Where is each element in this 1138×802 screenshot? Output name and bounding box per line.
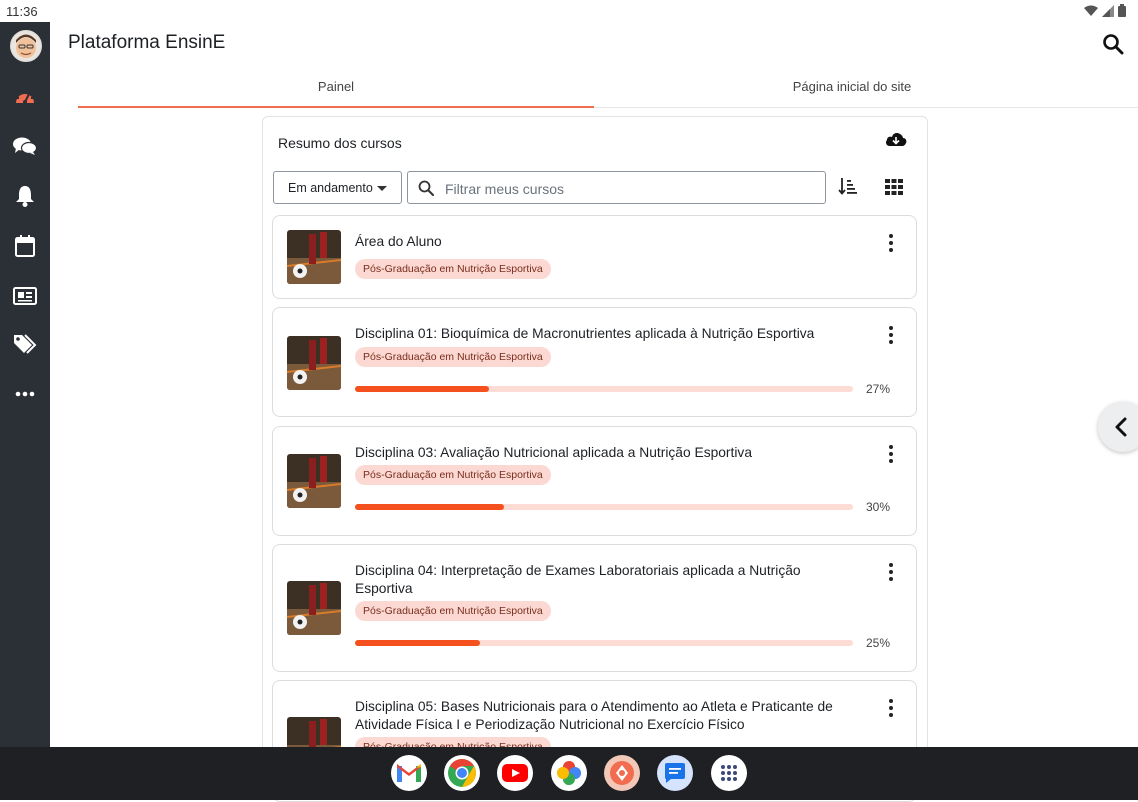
course-progress-bar	[355, 640, 853, 646]
battery-icon	[1118, 4, 1126, 17]
course-progress-label: 30%	[865, 500, 890, 514]
android-taskbar	[0, 747, 1138, 800]
tab-pagina-inicial[interactable]: Página inicial do site	[594, 66, 1110, 106]
search-icon	[1103, 34, 1124, 55]
signal-icon	[1102, 4, 1114, 17]
nav-news[interactable]	[0, 276, 50, 316]
course-card[interactable]: Disciplina 04: Interpretação de Exames L…	[272, 544, 917, 672]
course-menu-button[interactable]	[888, 445, 894, 465]
course-image	[287, 336, 341, 390]
nav-tags[interactable]	[0, 324, 50, 364]
course-title[interactable]: Disciplina 01: Bioquímica de Macronutrie…	[355, 325, 845, 343]
dashboard-icon	[16, 91, 34, 104]
nav-calendar[interactable]	[0, 226, 50, 266]
course-card[interactable]: Disciplina 01: Bioquímica de Macronutrie…	[272, 307, 917, 417]
panel-title: Resumo dos cursos	[278, 135, 402, 151]
course-card[interactable]: Área do Aluno Pós-Graduação em Nutrição …	[272, 215, 917, 299]
app-icon	[610, 761, 634, 785]
ensine-app[interactable]	[604, 755, 640, 791]
nav-more[interactable]	[0, 374, 50, 414]
block-drawer-toggle[interactable]	[1098, 402, 1138, 452]
chrome-icon	[448, 759, 476, 787]
course-menu-button[interactable]	[888, 699, 894, 719]
nav-notifications[interactable]	[0, 176, 50, 216]
search-icon	[418, 180, 434, 196]
youtube-icon	[502, 764, 528, 782]
course-search-field[interactable]	[407, 171, 826, 205]
search-button[interactable]	[1102, 33, 1126, 57]
course-image	[287, 581, 341, 635]
main-tabs: Painel Página inicial do site	[78, 66, 1138, 108]
course-search-input[interactable]	[443, 172, 817, 205]
app-drawer-button[interactable]	[711, 755, 747, 791]
course-menu-button[interactable]	[888, 326, 894, 346]
status-bar: 11:36	[0, 0, 1138, 22]
course-category-badge: Pós-Graduação em Nutrição Esportiva	[355, 601, 551, 621]
news-icon	[13, 287, 37, 305]
app-drawer-icon	[721, 765, 737, 781]
course-title[interactable]: Disciplina 05: Bases Nutricionais para o…	[355, 698, 845, 734]
sort-button[interactable]	[838, 177, 858, 200]
status-time: 11:36	[6, 4, 38, 19]
nav-dashboard[interactable]	[0, 76, 50, 116]
course-category-badge: Pós-Graduação em Nutrição Esportiva	[355, 347, 551, 367]
course-progress-bar	[355, 386, 853, 392]
course-title[interactable]: Disciplina 04: Interpretação de Exames L…	[355, 562, 845, 598]
wifi-icon	[1084, 5, 1098, 16]
more-icon	[15, 391, 35, 397]
left-sidebar	[0, 22, 50, 747]
messages-app[interactable]	[657, 755, 693, 791]
grid-icon	[885, 179, 903, 195]
download-button[interactable]	[885, 131, 907, 152]
course-progress-bar	[355, 504, 853, 510]
gmail-icon	[397, 764, 421, 782]
progress-fill	[355, 386, 490, 392]
photos-icon	[557, 761, 581, 785]
chrome-app[interactable]	[444, 755, 480, 791]
course-title[interactable]: Área do Aluno	[355, 233, 845, 251]
system-icons	[1084, 4, 1126, 17]
user-avatar[interactable]	[10, 30, 42, 62]
cloud-download-icon	[886, 133, 907, 146]
messages-app-icon	[665, 763, 685, 783]
tab-painel[interactable]: Painel	[78, 66, 594, 108]
display-mode-button[interactable]	[885, 179, 903, 200]
gmail-app[interactable]	[391, 755, 427, 791]
photos-app[interactable]	[551, 755, 587, 791]
calendar-icon	[15, 235, 35, 257]
course-category-badge: Pós-Graduação em Nutrição Esportiva	[355, 259, 551, 279]
youtube-app[interactable]	[497, 755, 533, 791]
course-image	[287, 230, 341, 284]
course-menu-button[interactable]	[888, 234, 894, 254]
course-card[interactable]: Disciplina 03: Avaliação Nutricional apl…	[272, 426, 917, 536]
chevron-left-icon	[1115, 417, 1127, 437]
progress-fill	[355, 504, 505, 510]
messages-icon	[13, 137, 37, 155]
status-filter-value: Em andamento	[288, 180, 373, 195]
nav-messages[interactable]	[0, 126, 50, 166]
progress-fill	[355, 640, 480, 646]
caret-down-icon	[377, 186, 387, 191]
top-app-bar: Plataforma EnsinE	[50, 22, 1138, 66]
course-title[interactable]: Disciplina 03: Avaliação Nutricional apl…	[355, 444, 845, 462]
notifications-icon	[16, 186, 34, 207]
course-image	[287, 454, 341, 508]
course-overview-panel: Resumo dos cursos Em andamento Área do A…	[262, 116, 928, 802]
site-title: Plataforma EnsinE	[68, 32, 226, 53]
course-category-badge: Pós-Graduação em Nutrição Esportiva	[355, 465, 551, 485]
tags-icon	[14, 334, 37, 354]
course-menu-button[interactable]	[888, 563, 894, 583]
sort-icon	[838, 178, 857, 195]
course-progress-label: 27%	[865, 382, 890, 396]
status-filter-select[interactable]: Em andamento	[273, 171, 402, 204]
course-progress-label: 25%	[865, 636, 890, 650]
